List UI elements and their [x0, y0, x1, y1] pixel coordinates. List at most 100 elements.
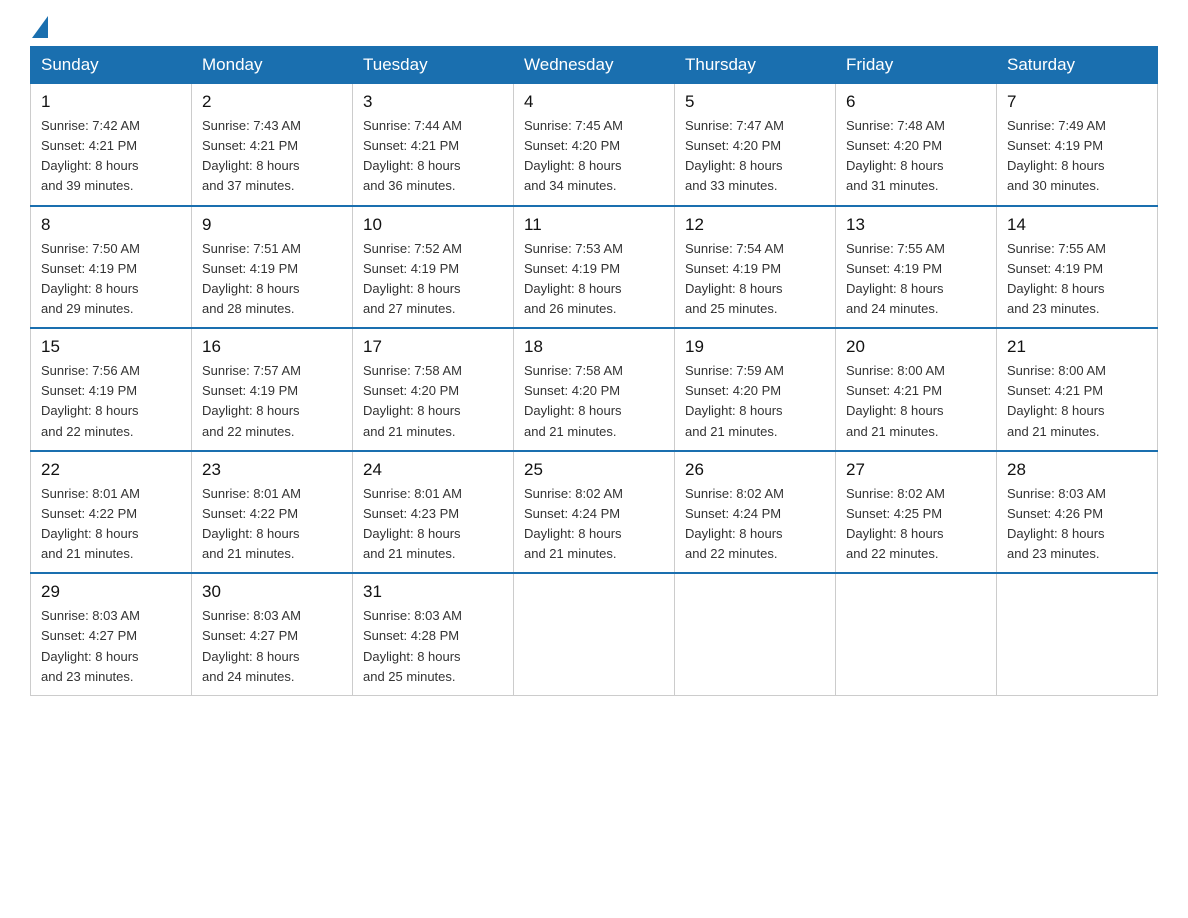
day-info: Sunrise: 7:50 AMSunset: 4:19 PMDaylight:… — [41, 239, 181, 320]
day-number: 26 — [685, 460, 825, 480]
day-info: Sunrise: 7:58 AMSunset: 4:20 PMDaylight:… — [524, 361, 664, 442]
calendar-week-row: 29 Sunrise: 8:03 AMSunset: 4:27 PMDayligh… — [31, 573, 1158, 695]
day-info: Sunrise: 7:48 AMSunset: 4:20 PMDaylight:… — [846, 116, 986, 197]
day-number: 25 — [524, 460, 664, 480]
day-info: Sunrise: 8:01 AMSunset: 4:23 PMDaylight:… — [363, 484, 503, 565]
day-number: 15 — [41, 337, 181, 357]
day-number: 18 — [524, 337, 664, 357]
calendar-cell: 14 Sunrise: 7:55 AMSunset: 4:19 PMDayligh… — [997, 206, 1158, 329]
day-info: Sunrise: 8:01 AMSunset: 4:22 PMDaylight:… — [202, 484, 342, 565]
day-info: Sunrise: 7:59 AMSunset: 4:20 PMDaylight:… — [685, 361, 825, 442]
day-number: 14 — [1007, 215, 1147, 235]
day-info: Sunrise: 7:55 AMSunset: 4:19 PMDaylight:… — [1007, 239, 1147, 320]
day-number: 24 — [363, 460, 503, 480]
day-info: Sunrise: 7:43 AMSunset: 4:21 PMDaylight:… — [202, 116, 342, 197]
day-number: 2 — [202, 92, 342, 112]
calendar-cell: 29Sunrise: 8:03 AMSunset: 4:27 PMDayligh… — [31, 573, 192, 695]
day-number: 1 — [41, 92, 181, 112]
calendar-cell: 24 Sunrise: 8:01 AMSunset: 4:23 PMDayligh… — [353, 451, 514, 574]
calendar-week-row: 22 Sunrise: 8:01 AMSunset: 4:22 PMDayligh… — [31, 451, 1158, 574]
day-number: 5 — [685, 92, 825, 112]
day-number: 17 — [363, 337, 503, 357]
day-info: Sunrise: 7:51 AMSunset: 4:19 PMDaylight:… — [202, 239, 342, 320]
day-number: 10 — [363, 215, 503, 235]
calendar-cell: 25 Sunrise: 8:02 AMSunset: 4:24 PMDayligh… — [514, 451, 675, 574]
page-header — [30, 20, 1158, 36]
calendar-cell: 3Sunrise: 7:44 AMSunset: 4:21 PMDaylight… — [353, 84, 514, 206]
calendar-cell: 30 Sunrise: 8:03 AMSunset: 4:27 PMDayligh… — [192, 573, 353, 695]
day-info: Sunrise: 7:56 AMSunset: 4:19 PMDaylight:… — [41, 361, 181, 442]
day-number: 31 — [363, 582, 503, 602]
calendar-cell: 19 Sunrise: 7:59 AMSunset: 4:20 PMDayligh… — [675, 328, 836, 451]
calendar-week-row: 15 Sunrise: 7:56 AMSunset: 4:19 PMDayligh… — [31, 328, 1158, 451]
calendar-cell: 16 Sunrise: 7:57 AMSunset: 4:19 PMDayligh… — [192, 328, 353, 451]
day-number: 9 — [202, 215, 342, 235]
calendar-cell: 13Sunrise: 7:55 AMSunset: 4:19 PMDayligh… — [836, 206, 997, 329]
day-info: Sunrise: 8:03 AMSunset: 4:27 PMDaylight:… — [202, 606, 342, 687]
calendar-cell: 22 Sunrise: 8:01 AMSunset: 4:22 PMDayligh… — [31, 451, 192, 574]
day-number: 16 — [202, 337, 342, 357]
day-info: Sunrise: 7:55 AMSunset: 4:19 PMDaylight:… — [846, 239, 986, 320]
calendar-cell — [997, 573, 1158, 695]
day-info: Sunrise: 8:01 AMSunset: 4:22 PMDaylight:… — [41, 484, 181, 565]
day-info: Sunrise: 7:44 AMSunset: 4:21 PMDaylight:… — [363, 116, 503, 197]
day-info: Sunrise: 7:47 AMSunset: 4:20 PMDaylight:… — [685, 116, 825, 197]
day-number: 28 — [1007, 460, 1147, 480]
calendar-cell: 12 Sunrise: 7:54 AMSunset: 4:19 PMDayligh… — [675, 206, 836, 329]
calendar-week-row: 1 Sunrise: 7:42 AMSunset: 4:21 PMDaylight… — [31, 84, 1158, 206]
day-number: 23 — [202, 460, 342, 480]
calendar-cell: 4 Sunrise: 7:45 AMSunset: 4:20 PMDaylight… — [514, 84, 675, 206]
day-number: 19 — [685, 337, 825, 357]
calendar-cell: 11 Sunrise: 7:53 AMSunset: 4:19 PMDayligh… — [514, 206, 675, 329]
day-info: Sunrise: 8:02 AMSunset: 4:24 PMDaylight:… — [685, 484, 825, 565]
day-info: Sunrise: 7:45 AMSunset: 4:20 PMDaylight:… — [524, 116, 664, 197]
day-info: Sunrise: 7:57 AMSunset: 4:19 PMDaylight:… — [202, 361, 342, 442]
day-info: Sunrise: 7:52 AMSunset: 4:19 PMDaylight:… — [363, 239, 503, 320]
calendar-cell: 20Sunrise: 8:00 AMSunset: 4:21 PMDayligh… — [836, 328, 997, 451]
calendar-cell: 21 Sunrise: 8:00 AMSunset: 4:21 PMDayligh… — [997, 328, 1158, 451]
calendar-cell: 27 Sunrise: 8:02 AMSunset: 4:25 PMDayligh… — [836, 451, 997, 574]
calendar-cell: 18 Sunrise: 7:58 AMSunset: 4:20 PMDayligh… — [514, 328, 675, 451]
day-info: Sunrise: 7:49 AMSunset: 4:19 PMDaylight:… — [1007, 116, 1147, 197]
column-header-sunday: Sunday — [31, 47, 192, 84]
day-number: 29 — [41, 582, 181, 602]
day-number: 30 — [202, 582, 342, 602]
column-header-friday: Friday — [836, 47, 997, 84]
calendar-cell: 10 Sunrise: 7:52 AMSunset: 4:19 PMDayligh… — [353, 206, 514, 329]
day-info: Sunrise: 7:42 AMSunset: 4:21 PMDaylight:… — [41, 116, 181, 197]
day-info: Sunrise: 8:00 AMSunset: 4:21 PMDaylight:… — [846, 361, 986, 442]
calendar-cell: 5 Sunrise: 7:47 AMSunset: 4:20 PMDaylight… — [675, 84, 836, 206]
day-info: Sunrise: 8:00 AMSunset: 4:21 PMDaylight:… — [1007, 361, 1147, 442]
day-number: 22 — [41, 460, 181, 480]
day-info: Sunrise: 8:02 AMSunset: 4:25 PMDaylight:… — [846, 484, 986, 565]
day-info: Sunrise: 8:03 AMSunset: 4:26 PMDaylight:… — [1007, 484, 1147, 565]
day-number: 11 — [524, 215, 664, 235]
calendar-table: SundayMondayTuesdayWednesdayThursdayFrid… — [30, 46, 1158, 696]
calendar-cell: 31 Sunrise: 8:03 AMSunset: 4:28 PMDayligh… — [353, 573, 514, 695]
logo-triangle-icon — [32, 16, 48, 38]
day-info: Sunrise: 7:58 AMSunset: 4:20 PMDaylight:… — [363, 361, 503, 442]
day-number: 7 — [1007, 92, 1147, 112]
column-header-monday: Monday — [192, 47, 353, 84]
column-header-tuesday: Tuesday — [353, 47, 514, 84]
calendar-cell — [836, 573, 997, 695]
calendar-cell: 8Sunrise: 7:50 AMSunset: 4:19 PMDaylight… — [31, 206, 192, 329]
day-number: 4 — [524, 92, 664, 112]
logo — [30, 20, 48, 36]
day-number: 12 — [685, 215, 825, 235]
day-number: 27 — [846, 460, 986, 480]
calendar-cell — [514, 573, 675, 695]
calendar-cell: 28 Sunrise: 8:03 AMSunset: 4:26 PMDayligh… — [997, 451, 1158, 574]
day-info: Sunrise: 7:54 AMSunset: 4:19 PMDaylight:… — [685, 239, 825, 320]
column-header-thursday: Thursday — [675, 47, 836, 84]
day-info: Sunrise: 8:02 AMSunset: 4:24 PMDaylight:… — [524, 484, 664, 565]
day-number: 21 — [1007, 337, 1147, 357]
calendar-cell: 15 Sunrise: 7:56 AMSunset: 4:19 PMDayligh… — [31, 328, 192, 451]
calendar-cell: 2 Sunrise: 7:43 AMSunset: 4:21 PMDaylight… — [192, 84, 353, 206]
day-info: Sunrise: 7:53 AMSunset: 4:19 PMDaylight:… — [524, 239, 664, 320]
day-info: Sunrise: 8:03 AMSunset: 4:28 PMDaylight:… — [363, 606, 503, 687]
calendar-cell: 7 Sunrise: 7:49 AMSunset: 4:19 PMDaylight… — [997, 84, 1158, 206]
calendar-cell: 6 Sunrise: 7:48 AMSunset: 4:20 PMDaylight… — [836, 84, 997, 206]
column-header-saturday: Saturday — [997, 47, 1158, 84]
day-number: 6 — [846, 92, 986, 112]
